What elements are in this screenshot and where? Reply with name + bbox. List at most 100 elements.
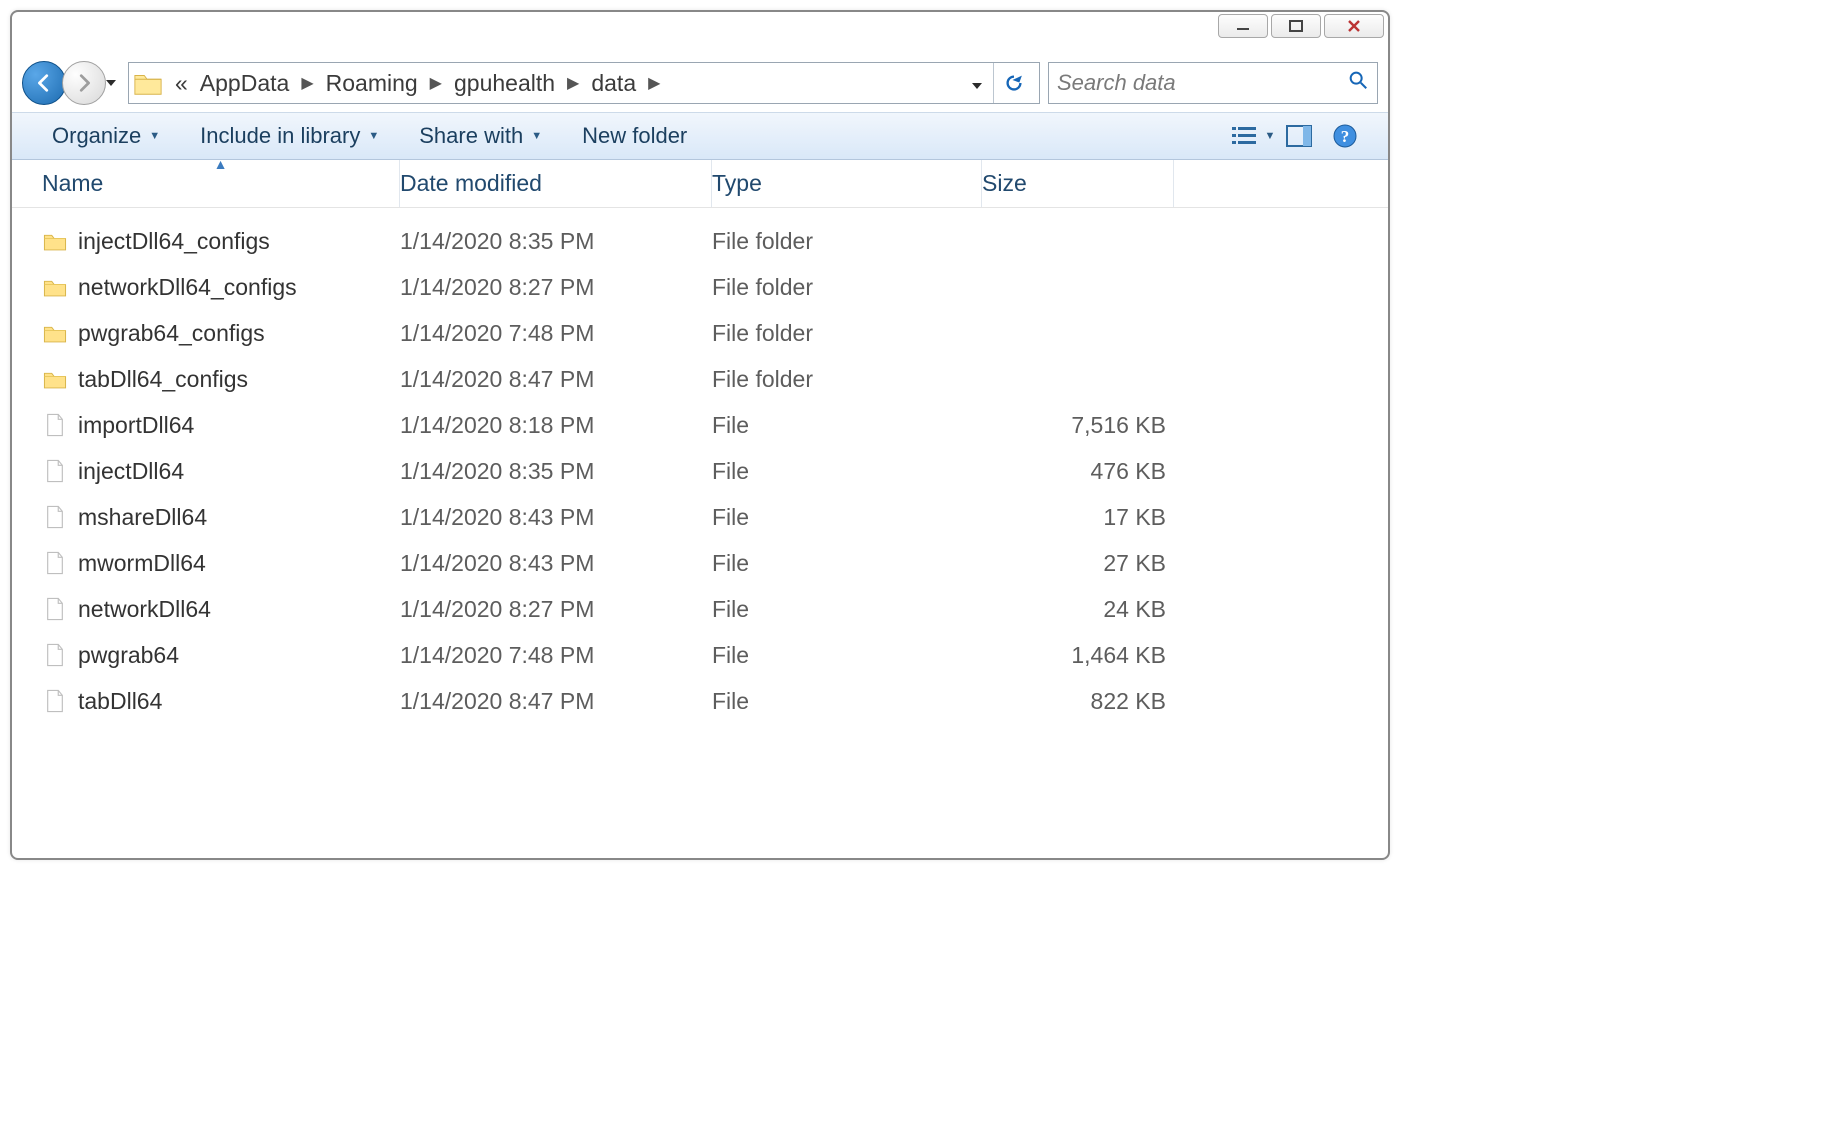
column-header-date[interactable]: Date modified <box>400 160 712 207</box>
list-item[interactable]: pwgrab64_configs1/14/2020 7:48 PMFile fo… <box>42 310 1388 356</box>
list-item[interactable]: networkDll641/14/2020 8:27 PMFile24 KB <box>42 586 1388 632</box>
search-icon <box>1347 69 1369 97</box>
file-icon <box>42 458 68 484</box>
chevron-right-icon[interactable]: ▶ <box>295 73 319 93</box>
item-type: File <box>712 412 982 439</box>
sort-ascending-icon: ▲ <box>214 156 228 172</box>
item-name: networkDll64_configs <box>78 274 297 301</box>
include-in-library-menu[interactable]: Include in library ▼ <box>180 113 399 159</box>
command-bar: Organize ▼ Include in library ▼ Share wi… <box>12 112 1388 160</box>
organize-menu[interactable]: Organize ▼ <box>32 113 180 159</box>
address-dropdown[interactable] <box>965 70 989 97</box>
titlebar <box>12 12 1388 54</box>
item-date: 1/14/2020 8:43 PM <box>400 504 712 531</box>
item-size: 17 KB <box>982 504 1174 531</box>
new-folder-button[interactable]: New folder <box>562 113 707 159</box>
item-type: File <box>712 458 982 485</box>
item-type: File <box>712 596 982 623</box>
folder-icon <box>42 320 68 346</box>
item-name: pwgrab64_configs <box>78 320 265 347</box>
breadcrumb-item[interactable]: Roaming <box>320 63 424 103</box>
chevron-right-icon[interactable]: ▶ <box>561 73 585 93</box>
item-date: 1/14/2020 8:27 PM <box>400 274 712 301</box>
item-name: tabDll64 <box>78 688 162 715</box>
list-item[interactable]: networkDll64_configs 1/14/2020 8:27 PMFil… <box>42 264 1388 310</box>
item-date: 1/14/2020 8:47 PM <box>400 688 712 715</box>
search-box[interactable]: Search data <box>1048 62 1378 104</box>
list-item[interactable]: injectDll64_configs 1/14/2020 8:35 PMFile… <box>42 218 1388 264</box>
file-icon <box>42 550 68 576</box>
file-icon <box>42 596 68 622</box>
breadcrumb-item[interactable]: gpuhealth <box>448 63 561 103</box>
maximize-button[interactable] <box>1271 14 1321 38</box>
item-type: File <box>712 504 982 531</box>
view-options-button[interactable]: ▼ <box>1230 118 1276 154</box>
breadcrumb-item[interactable]: AppData <box>194 63 296 103</box>
item-name: mwormDll64 <box>78 550 206 577</box>
file-icon <box>42 642 68 668</box>
item-type: File folder <box>712 320 982 347</box>
svg-text:?: ? <box>1341 127 1350 146</box>
include-label: Include in library <box>200 123 360 149</box>
column-header-name[interactable]: ▲ Name <box>42 160 400 207</box>
item-date: 1/14/2020 8:43 PM <box>400 550 712 577</box>
search-placeholder: Search data <box>1057 70 1347 96</box>
help-button[interactable]: ? <box>1322 118 1368 154</box>
folder-icon <box>42 274 68 300</box>
item-size: 822 KB <box>982 688 1174 715</box>
file-icon <box>42 688 68 714</box>
chevron-right-icon[interactable]: ▶ <box>642 73 666 93</box>
file-icon <box>42 412 68 438</box>
list-item[interactable]: importDll641/14/2020 8:18 PMFile7,516 KB <box>42 402 1388 448</box>
item-type: File folder <box>712 274 982 301</box>
nav-arrows <box>22 61 120 105</box>
list-item[interactable]: mshareDll64 1/14/2020 8:43 PMFile17 KB <box>42 494 1388 540</box>
column-headers: ▲ Name Date modified Type Size <box>12 160 1388 208</box>
refresh-button[interactable] <box>993 63 1033 103</box>
item-type: File folder <box>712 228 982 255</box>
new-folder-label: New folder <box>582 123 687 149</box>
breadcrumb-item[interactable]: data <box>585 63 642 103</box>
item-date: 1/14/2020 8:35 PM <box>400 228 712 255</box>
list-item[interactable]: pwgrab64 1/14/2020 7:48 PMFile1,464 KB <box>42 632 1388 678</box>
item-name: pwgrab64 <box>78 642 179 669</box>
column-header-type[interactable]: Type <box>712 160 982 207</box>
item-type: File <box>712 688 982 715</box>
item-name: injectDll64_configs <box>78 228 270 255</box>
folder-icon <box>42 228 68 254</box>
item-size: 1,464 KB <box>982 642 1174 669</box>
chevron-right-icon[interactable]: ▶ <box>424 73 448 93</box>
breadcrumb-prefix[interactable]: « <box>169 63 194 103</box>
folder-icon <box>42 366 68 392</box>
item-type: File <box>712 550 982 577</box>
item-name: networkDll64 <box>78 596 211 623</box>
close-button[interactable] <box>1324 14 1384 38</box>
item-name: mshareDll64 <box>78 504 207 531</box>
forward-button[interactable] <box>62 61 106 105</box>
preview-pane-button[interactable] <box>1276 118 1322 154</box>
column-header-size[interactable]: Size <box>982 160 1174 207</box>
minimize-button[interactable] <box>1218 14 1268 38</box>
folder-icon <box>133 68 163 98</box>
item-size: 7,516 KB <box>982 412 1174 439</box>
item-date: 1/14/2020 8:27 PM <box>400 596 712 623</box>
share-with-menu[interactable]: Share with ▼ <box>399 113 562 159</box>
item-type: File <box>712 642 982 669</box>
address-bar[interactable]: « AppData ▶ Roaming ▶ gpuhealth ▶ data ▶ <box>128 62 1040 104</box>
item-date: 1/14/2020 8:18 PM <box>400 412 712 439</box>
chevron-down-icon: ▼ <box>368 130 379 142</box>
chevron-down-icon: ▼ <box>1265 130 1276 142</box>
list-item[interactable]: injectDll641/14/2020 8:35 PMFile476 KB <box>42 448 1388 494</box>
item-date: 1/14/2020 7:48 PM <box>400 642 712 669</box>
list-item[interactable]: tabDll64_configs1/14/2020 8:47 PMFile fo… <box>42 356 1388 402</box>
item-type: File folder <box>712 366 982 393</box>
nav-history-dropdown[interactable] <box>102 61 120 105</box>
back-button[interactable] <box>22 61 66 105</box>
file-list[interactable]: injectDll64_configs1/14/2020 8:35 PMFile… <box>12 208 1388 858</box>
explorer-window: « AppData ▶ Roaming ▶ gpuhealth ▶ data ▶… <box>10 10 1390 860</box>
item-size: 27 KB <box>982 550 1174 577</box>
list-item[interactable]: mwormDll64 1/14/2020 8:43 PMFile27 KB <box>42 540 1388 586</box>
item-date: 1/14/2020 8:47 PM <box>400 366 712 393</box>
list-item[interactable]: tabDll64 1/14/2020 8:47 PMFile822 KB <box>42 678 1388 724</box>
item-date: 1/14/2020 8:35 PM <box>400 458 712 485</box>
